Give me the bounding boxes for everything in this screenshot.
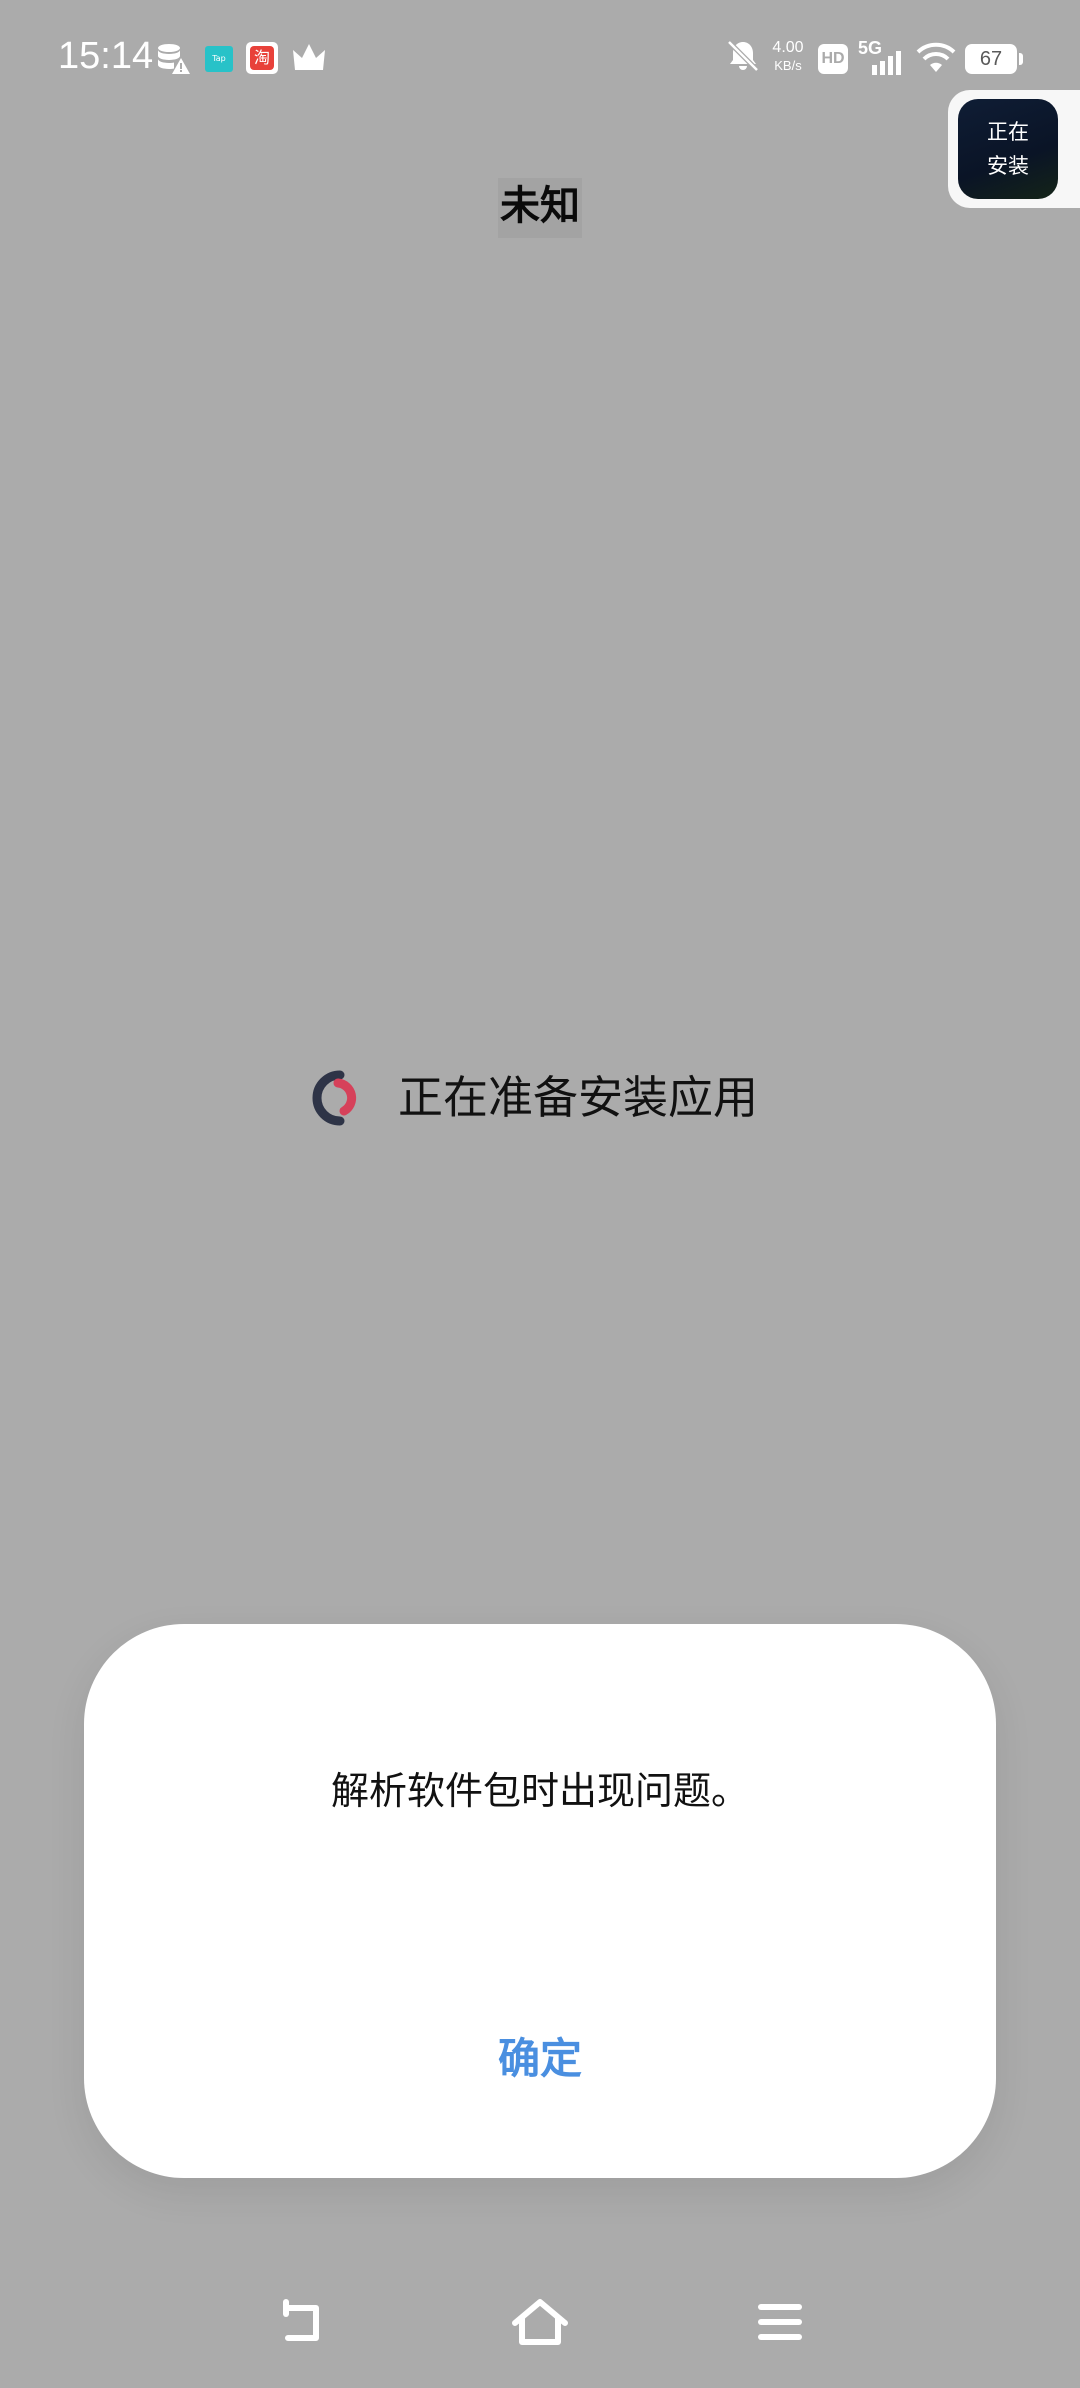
bell-off-icon bbox=[727, 40, 759, 72]
database-warning-icon bbox=[158, 44, 190, 74]
confirm-button[interactable]: 确定 bbox=[440, 2024, 640, 2094]
home-icon bbox=[512, 2299, 568, 2345]
wifi-icon bbox=[916, 42, 956, 72]
crown-icon bbox=[293, 44, 325, 70]
taobao-app-icon: 淘 bbox=[246, 42, 278, 74]
nav-back-button[interactable] bbox=[268, 2290, 332, 2354]
hd-badge: HD bbox=[818, 44, 848, 74]
menu-icon bbox=[758, 2304, 802, 2340]
status-bar: 15:14 Tap 淘 4.00 KB/s HD 5G 67 bbox=[0, 0, 1080, 118]
bubble-text-line1: 正在 bbox=[987, 120, 1029, 144]
status-time: 15:14 bbox=[58, 35, 154, 77]
page-title: 未知 bbox=[498, 178, 582, 238]
loading-spinner-icon bbox=[312, 1070, 357, 1126]
taptap-app-icon: Tap bbox=[205, 46, 233, 72]
installing-floating-bubble[interactable]: 正在 安装 bbox=[948, 90, 1080, 208]
signal-icon bbox=[872, 51, 901, 75]
back-icon bbox=[283, 2299, 319, 2341]
network-speed: 4.00 KB/s bbox=[772, 39, 804, 73]
bubble-text-line2: 安装 bbox=[987, 154, 1029, 178]
battery-icon: 67 bbox=[965, 44, 1023, 74]
nav-menu-button[interactable] bbox=[748, 2290, 812, 2354]
loading-text: 正在准备安装应用 bbox=[398, 1071, 759, 1124]
nav-home-button[interactable] bbox=[508, 2290, 572, 2354]
error-dialog: 解析软件包时出现问题。 确定 bbox=[84, 1624, 996, 2178]
installing-bubble-icon: 正在 安装 bbox=[958, 99, 1058, 199]
dialog-message: 解析软件包时出现问题。 bbox=[330, 1769, 749, 1813]
loading-indicator: 正在准备安装应用 bbox=[310, 1068, 758, 1128]
